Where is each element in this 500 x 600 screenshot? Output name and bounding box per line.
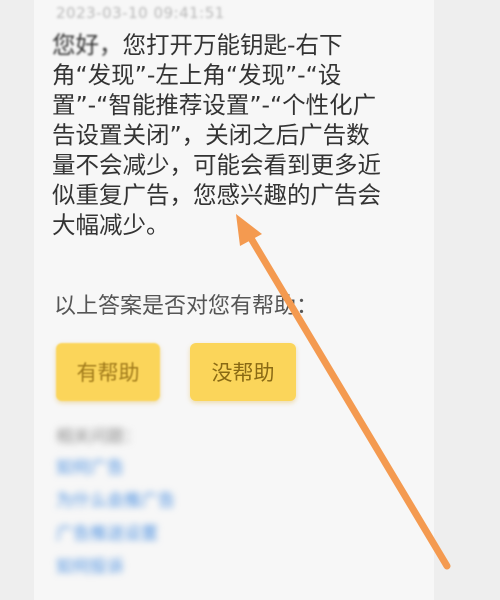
unhelpful-button[interactable]: 没帮助 (190, 343, 296, 401)
related-link[interactable]: 为什么会推广告 (56, 490, 175, 512)
related-link[interactable]: 广告推送设置 (56, 523, 175, 545)
feedback-question: 以上答案是否对您有帮助： (54, 294, 319, 319)
answer-body: 您打开万能钥匙-右下角“发现”-左上角“发现”-“设置”-“智能推荐设置”-“个… (52, 31, 381, 239)
related-link[interactable]: 如何广告 (56, 457, 175, 479)
message-timestamp: 2023-03-10 09:41:51 (56, 4, 225, 22)
related-link[interactable]: 如何投诉 (56, 556, 175, 578)
related-questions-title: 相关问题： (56, 427, 141, 447)
related-questions: 相关问题： 如何广告 为什么会推广告 广告推送设置 如何投诉 (56, 422, 175, 589)
greeting-text: 您好， (52, 31, 123, 59)
answer-text: 您好，您打开万能钥匙-右下角“发现”-左上角“发现”-“设置”-“智能推荐设置”… (52, 30, 382, 240)
helpful-button[interactable]: 有帮助 (56, 343, 160, 401)
